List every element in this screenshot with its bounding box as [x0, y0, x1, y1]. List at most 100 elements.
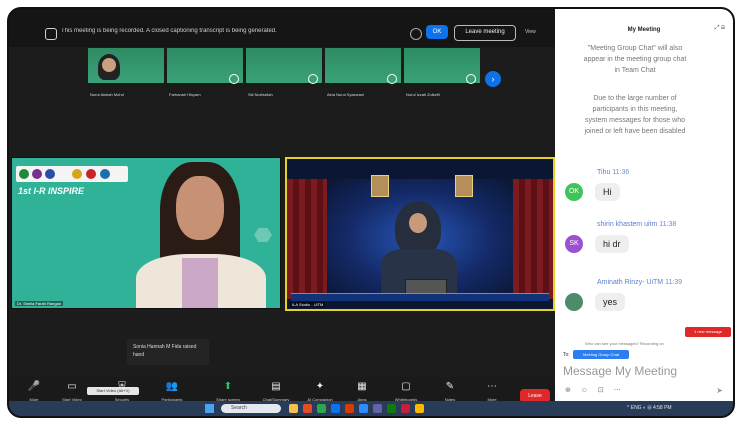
sender-name: Tihu: [597, 169, 611, 176]
app-icon[interactable]: [387, 404, 396, 413]
participant-name: Siti Nurfazilah: [248, 92, 273, 97]
screenshot-frame: This meeting is being recorded. A closed…: [7, 7, 735, 418]
sender-name: shirin khastem uitm: [597, 221, 658, 228]
share-screen-icon: ⬆: [223, 381, 233, 392]
office-icon[interactable]: [345, 404, 354, 413]
avatar: SK: [565, 235, 583, 253]
info-icon[interactable]: [410, 28, 422, 40]
more-icon: ⋯: [487, 381, 497, 392]
participant-thumbnail[interactable]: Nurul Aishah Mohd: [87, 47, 165, 99]
message-bubble[interactable]: Hi: [595, 183, 620, 201]
participant-name: Aina Nurul Syazwani: [327, 92, 364, 97]
message-sender: shirin khastem uitm 11:38: [597, 221, 676, 228]
windows-taskbar: Search ^ ENG ◐ ⊟ 4:58 PM: [9, 401, 733, 416]
zoom-meeting-area: This meeting is being recorded. A closed…: [9, 9, 555, 416]
start-video-tooltip: Start Video (Alt+V): [87, 387, 139, 395]
participant-name: Nurul Izzati Zulkefli: [406, 92, 440, 97]
app-icon[interactable]: [401, 404, 410, 413]
system-message: "Meeting Group Chat" will also appear in…: [583, 45, 687, 74]
logo-icon: [86, 169, 96, 179]
participant-thumbnail[interactable]: Siti Nurfazilah: [245, 47, 323, 99]
message-time: 11:36: [612, 169, 630, 176]
chat-panel: My Meeting ⤢ ⊟ "Meeting Group Chat" will…: [555, 9, 733, 401]
decorative-hexagon: [254, 228, 272, 242]
participant-face: [102, 58, 116, 72]
chat-message-input[interactable]: [563, 363, 725, 379]
logo-icon: [32, 169, 42, 179]
camera-off-icon: [229, 74, 239, 84]
recipient-label: To:: [563, 352, 570, 358]
lower-third-banner: [291, 293, 549, 301]
notes-icon: ✎: [445, 381, 455, 392]
app-icon[interactable]: [303, 404, 312, 413]
new-message-button[interactable]: 1 new message: [685, 327, 731, 337]
chat-window-controls[interactable]: ⤢ ⊟: [715, 25, 725, 32]
avatar: OK: [565, 183, 583, 201]
stage-curtain-right: [513, 179, 553, 299]
participant-thumbnail[interactable]: Farhanah Hisyam: [166, 47, 244, 99]
apps-icon: ▦: [357, 381, 367, 392]
system-message: Due to the large number of participants …: [584, 95, 686, 135]
logo-icon: [19, 169, 29, 179]
video-tile-speaker[interactable]: 1st I-R INSPIRE Dr. Sheila Farah Rangan: [11, 157, 281, 309]
camera-off-icon: [466, 74, 476, 84]
taskbar-search[interactable]: Search: [221, 404, 281, 413]
recording-banner: This meeting is being recorded. A closed…: [9, 9, 555, 47]
participant-thumbnail-strip: Nurul Aishah Mohd Farhanah Hisyam Siti N…: [87, 47, 481, 99]
participant-thumbnail[interactable]: Aina Nurul Syazwani: [324, 47, 402, 99]
message-bubble[interactable]: hi dr: [595, 235, 629, 253]
participant-name: Nurul Aishah Mohd: [90, 92, 124, 97]
stage-curtain-left: [287, 179, 327, 299]
camera-icon: ▭: [67, 381, 77, 392]
tile-name: ILA Studio - UiTM: [290, 302, 326, 307]
portrait-frame: [455, 175, 473, 197]
privacy-note[interactable]: Who can see your messages? Recording on: [585, 341, 664, 346]
zoom-icon[interactable]: [359, 404, 368, 413]
microphone-icon: 🎤: [27, 381, 41, 392]
logo-icon: [100, 169, 110, 179]
recording-text: This meeting is being recorded. A closed…: [61, 28, 277, 34]
chat-title: My Meeting: [627, 27, 661, 33]
camera-off-icon: [387, 74, 397, 84]
next-page-button[interactable]: ›: [485, 71, 501, 87]
tray-icons: ^ ENG ◐ ⊟: [627, 405, 652, 411]
presenter-face: [409, 213, 427, 233]
portrait-frame: [371, 175, 389, 197]
speaker-name: Dr. Sheila Farah Rangan: [15, 301, 64, 306]
participant-name: Farhanah Hisyam: [169, 92, 201, 97]
sender-name: Aminath Rinzy- UiTM: [597, 279, 664, 286]
message-bubble[interactable]: yes: [595, 293, 626, 311]
speaker-shirt: [182, 258, 218, 308]
recording-icon: [45, 28, 57, 40]
speaker-face: [176, 176, 224, 240]
input-toolbar-icons[interactable]: ⊕ ☺ ⊡ ⋯: [565, 386, 625, 394]
message-time: 11:39: [665, 279, 683, 286]
participants-icon: 👥: [165, 381, 179, 392]
whiteboard-icon: ▢: [401, 381, 411, 392]
video-tile-active-speaker[interactable]: ILA Studio - UiTM: [285, 157, 555, 311]
windows-start-icon[interactable]: [205, 404, 214, 413]
participant-thumbnail[interactable]: Nurul Izzati Zulkefli: [403, 47, 481, 99]
app-icon[interactable]: [415, 404, 424, 413]
system-tray[interactable]: ^ ENG ◐ ⊟ 4:58 PM: [627, 405, 672, 411]
logo-icon: [72, 169, 82, 179]
sparkle-icon: ✦: [315, 381, 325, 392]
chat-icon: ▤: [271, 381, 281, 392]
camera-off-icon: [308, 74, 318, 84]
ok-button[interactable]: OK: [426, 25, 448, 39]
recipient-dropdown[interactable]: Meeting Group Chat: [573, 350, 629, 359]
file-explorer-icon[interactable]: [289, 404, 298, 413]
logo-icon: [45, 169, 55, 179]
message-sender: Tihu 11:36: [597, 169, 629, 176]
teams-icon[interactable]: [373, 404, 382, 413]
raised-hand-notification[interactable]: Sonia Hannah M Fida raised hand: [127, 339, 209, 365]
view-button[interactable]: View: [525, 25, 551, 39]
event-title: 1st I-R INSPIRE: [18, 186, 85, 196]
message-time: 11:38: [659, 221, 677, 228]
sponsor-logos: [16, 166, 128, 182]
leave-meeting-button[interactable]: Leave meeting: [454, 25, 516, 41]
message-sender: Aminath Rinzy- UiTM 11:39: [597, 279, 682, 286]
edge-icon[interactable]: [331, 404, 340, 413]
send-icon[interactable]: ➤: [716, 386, 723, 395]
chrome-icon[interactable]: [317, 404, 326, 413]
